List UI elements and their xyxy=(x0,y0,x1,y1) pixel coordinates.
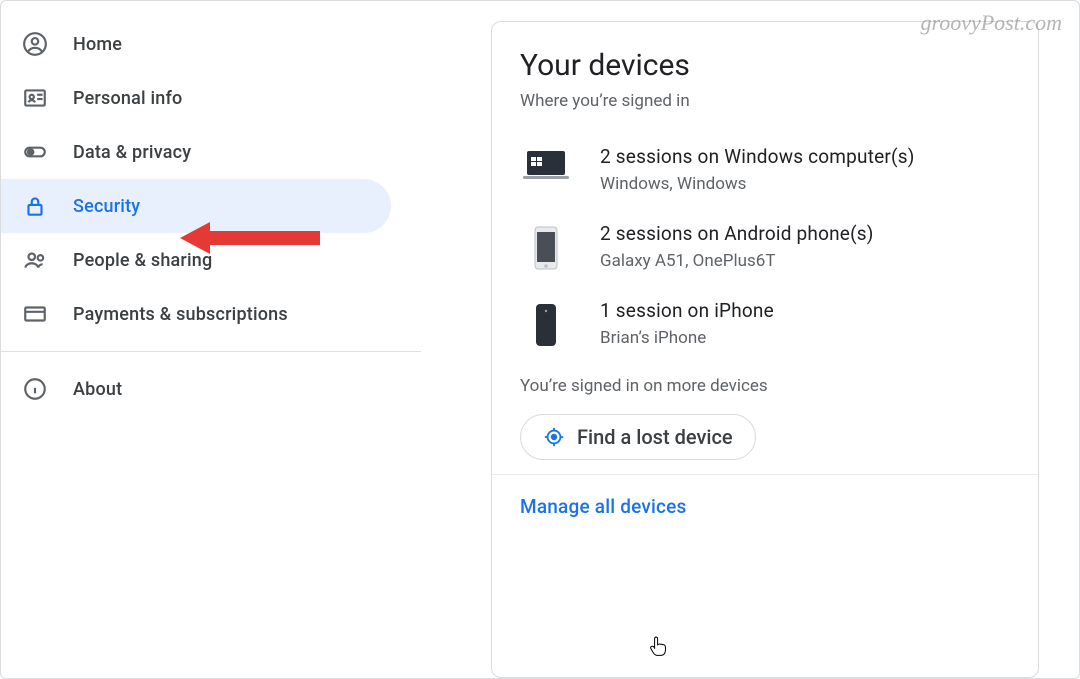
device-title: 2 sessions on Android phone(s) xyxy=(600,222,1010,245)
toggle-icon xyxy=(21,138,49,166)
sidebar-item-label: Security xyxy=(73,196,140,217)
sidebar-item-personal-info[interactable]: Personal info xyxy=(1,71,391,125)
credit-card-icon xyxy=(21,300,49,328)
iphone-icon xyxy=(520,299,572,347)
sidebar-item-data-privacy[interactable]: Data & privacy xyxy=(1,125,391,179)
device-title: 1 session on iPhone xyxy=(600,299,1010,322)
target-icon xyxy=(543,426,565,448)
sidebar-item-security[interactable]: Security xyxy=(1,179,391,233)
windows-laptop-icon xyxy=(520,145,572,181)
sidebar-item-label: About xyxy=(73,379,122,400)
person-circle-icon xyxy=(21,30,49,58)
device-row-windows[interactable]: 2 sessions on Windows computer(s) Window… xyxy=(520,131,1010,208)
card-subtitle: Where you’re signed in xyxy=(520,91,1010,111)
people-icon xyxy=(21,246,49,274)
sidebar-item-label: Home xyxy=(73,34,122,55)
android-phone-icon xyxy=(520,222,572,270)
main-area: Your devices Where you’re signed in 2 se… xyxy=(431,1,1079,678)
sidebar: Home Personal info Data & privacy Securi… xyxy=(1,1,431,678)
sidebar-divider xyxy=(1,351,421,352)
sidebar-item-home[interactable]: Home xyxy=(1,17,391,71)
sidebar-item-label: Data & privacy xyxy=(73,142,191,163)
device-sub: Galaxy A51, OnePlus6T xyxy=(600,251,1010,271)
id-card-icon xyxy=(21,84,49,112)
find-lost-device-label: Find a lost device xyxy=(577,425,733,449)
sidebar-item-label: Payments & subscriptions xyxy=(73,304,288,325)
sidebar-item-payments[interactable]: Payments & subscriptions xyxy=(1,287,391,341)
find-lost-device-button[interactable]: Find a lost device xyxy=(520,414,756,460)
your-devices-card: Your devices Where you’re signed in 2 se… xyxy=(491,21,1039,678)
card-footer: Manage all devices xyxy=(492,474,1038,544)
more-devices-note: You’re signed in on more devices xyxy=(520,376,1010,396)
sidebar-item-label: Personal info xyxy=(73,88,182,109)
manage-all-devices-link[interactable]: Manage all devices xyxy=(520,495,687,518)
device-sub: Brian’s iPhone xyxy=(600,328,1010,348)
device-row-iphone[interactable]: 1 session on iPhone Brian’s iPhone xyxy=(520,285,1010,362)
card-title: Your devices xyxy=(520,48,1010,83)
info-icon xyxy=(21,375,49,403)
lock-icon xyxy=(21,192,49,220)
device-row-android[interactable]: 2 sessions on Android phone(s) Galaxy A5… xyxy=(520,208,1010,285)
sidebar-item-about[interactable]: About xyxy=(1,362,391,416)
sidebar-item-label: People & sharing xyxy=(73,250,212,271)
device-sub: Windows, Windows xyxy=(600,174,1010,194)
device-title: 2 sessions on Windows computer(s) xyxy=(600,145,1010,168)
sidebar-item-people-sharing[interactable]: People & sharing xyxy=(1,233,391,287)
